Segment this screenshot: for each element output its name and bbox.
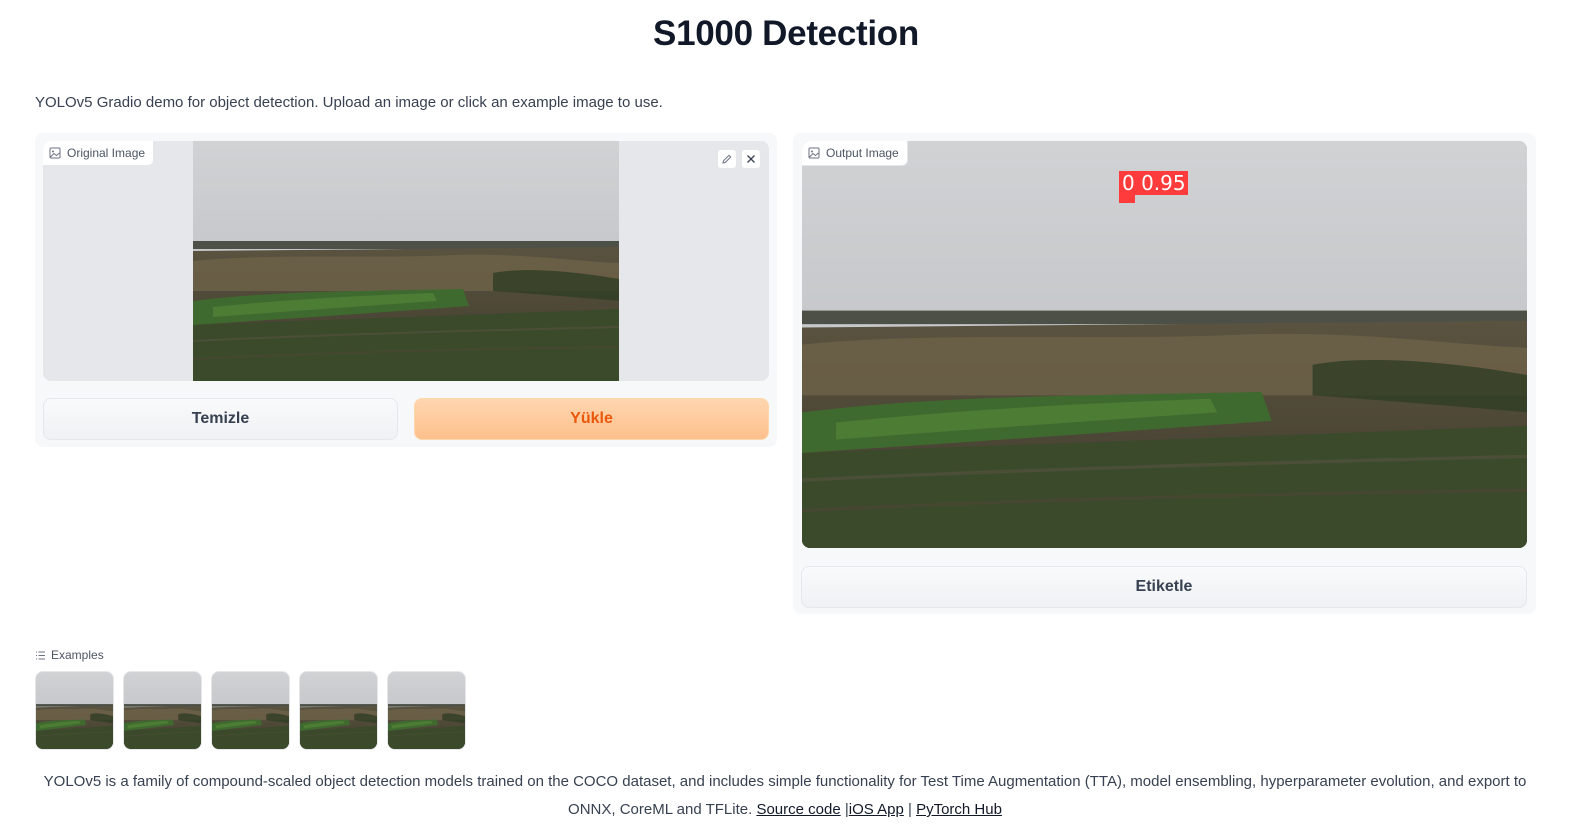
page-title: S1000 Detection	[653, 14, 919, 53]
image-icon	[49, 147, 61, 159]
detection-label: 0 0.95	[1119, 171, 1188, 195]
original-image-label-text: Original Image	[67, 146, 146, 160]
label-button[interactable]: Etiketle	[801, 566, 1527, 608]
detection-box	[1119, 194, 1135, 203]
examples-header: Examples	[35, 648, 104, 662]
example-thumbnail[interactable]	[35, 671, 114, 750]
ios-app-link[interactable]: iOS App	[849, 801, 904, 818]
list-icon	[36, 651, 45, 659]
submit-button[interactable]: Yükle	[414, 398, 769, 440]
output-image-label: Output Image	[802, 141, 908, 166]
output-panel: Output Image 0 0.95 Etiketle	[793, 133, 1536, 614]
clear-button[interactable]: Temizle	[43, 398, 398, 440]
edit-button[interactable]	[717, 149, 737, 169]
examples-gallery	[35, 671, 466, 750]
examples-label: Examples	[51, 648, 104, 662]
original-image-label: Original Image	[43, 141, 155, 166]
page-description: YOLOv5 Gradio demo for object detection.…	[35, 94, 663, 111]
original-image-dropzone[interactable]: Original Image	[43, 141, 769, 381]
example-thumbnail[interactable]	[211, 671, 290, 750]
example-thumbnail[interactable]	[123, 671, 202, 750]
image-icon	[808, 147, 820, 159]
output-image	[802, 141, 1527, 548]
example-thumbnail[interactable]	[387, 671, 466, 750]
image-toolbar	[717, 149, 761, 169]
example-thumbnail[interactable]	[299, 671, 378, 750]
footer-separator: |	[907, 801, 912, 818]
input-panel: Original Image Temizle Yükle	[35, 133, 777, 447]
pencil-icon	[722, 154, 732, 164]
footer-text: YOLOv5 is a family of compound-scaled ob…	[35, 768, 1535, 824]
output-image-label-text: Output Image	[826, 146, 899, 160]
original-image	[193, 141, 619, 381]
clear-image-button[interactable]	[741, 149, 761, 169]
pytorch-hub-link[interactable]: PyTorch Hub	[916, 801, 1002, 818]
source-code-link[interactable]: Source code	[756, 801, 840, 818]
close-icon	[747, 155, 755, 163]
output-image-container: Output Image 0 0.95	[802, 141, 1527, 548]
